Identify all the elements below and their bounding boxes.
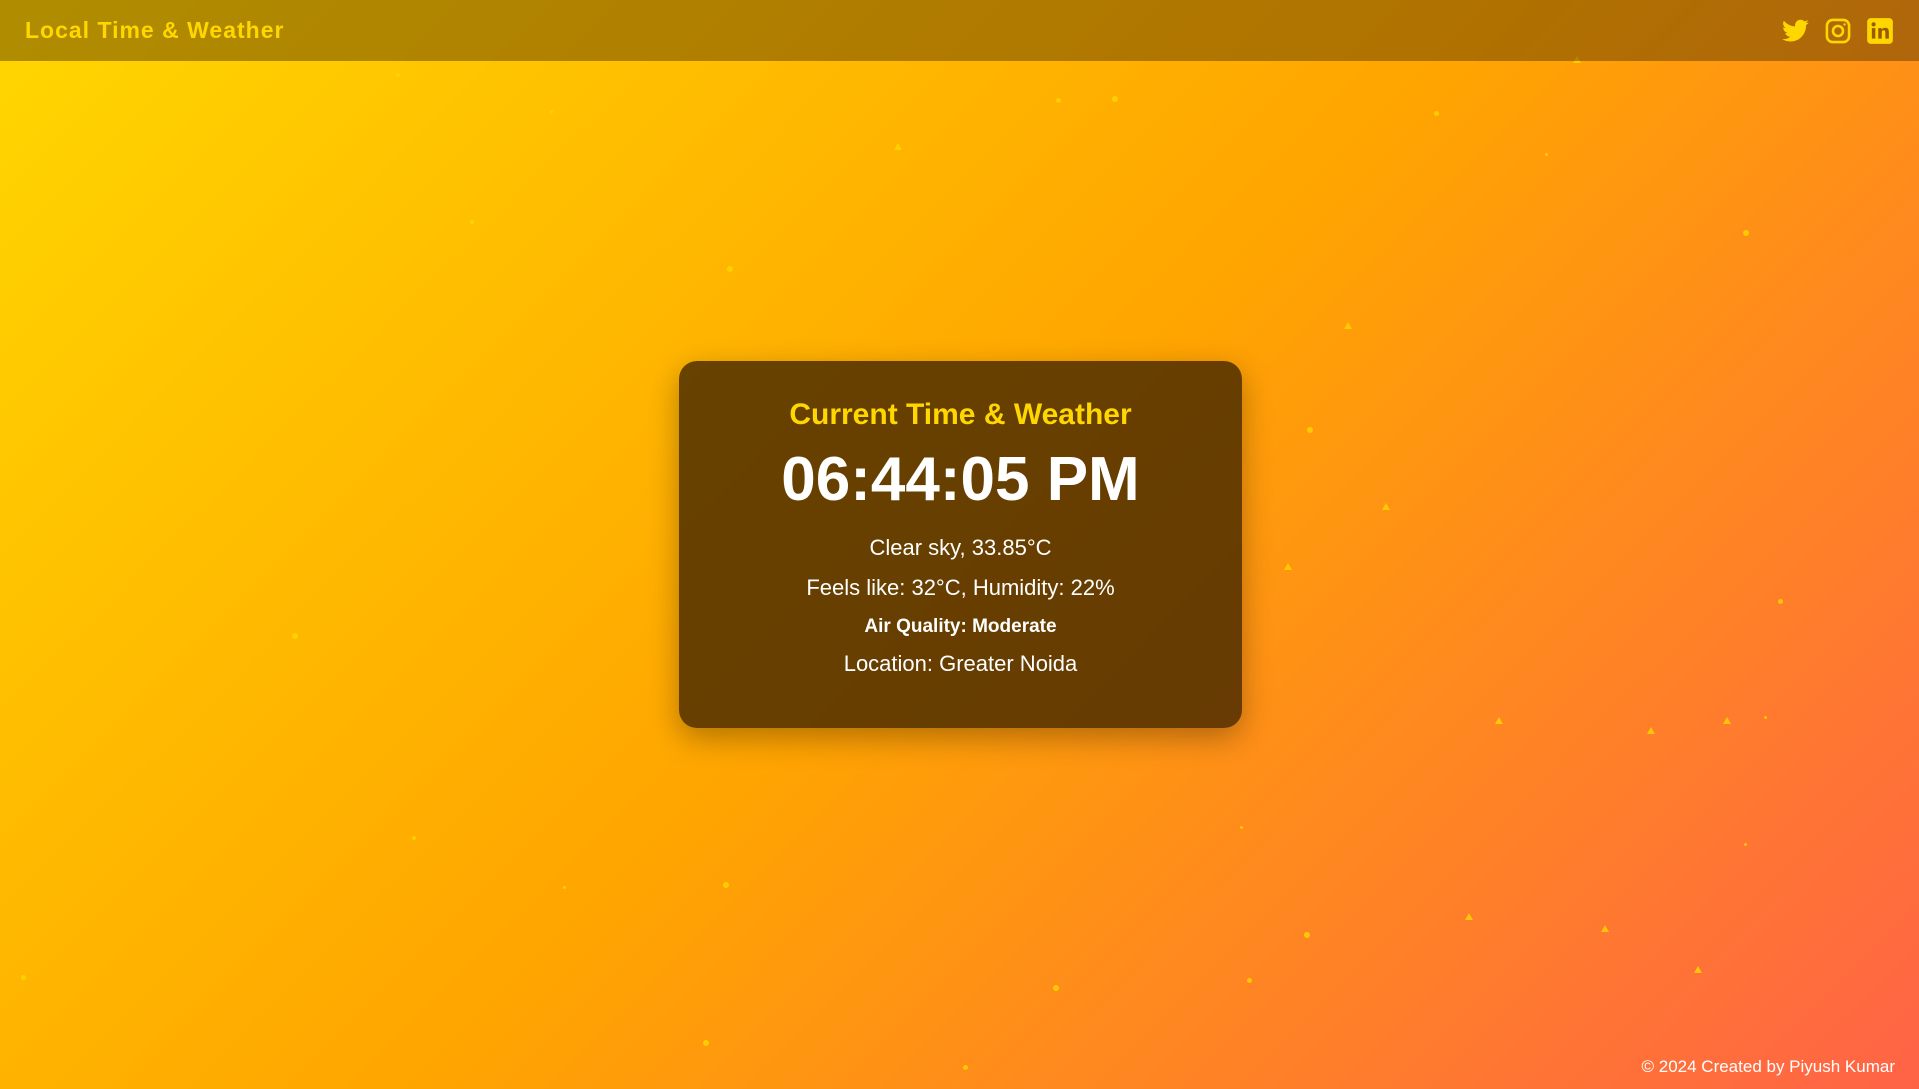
twitter-icon[interactable] bbox=[1782, 17, 1810, 45]
air-quality: Air Quality: Moderate bbox=[864, 616, 1057, 637]
location: Location: Greater Noida bbox=[843, 651, 1078, 676]
weather-card: Current Time & Weather 06:44:05 PM Clear… bbox=[679, 361, 1242, 728]
instagram-icon[interactable] bbox=[1824, 17, 1852, 45]
social-links bbox=[1782, 17, 1894, 45]
top-navbar: Local Time & Weather bbox=[0, 0, 1919, 61]
feels-like-humidity: Feels like: 32°C, Humidity: 22% bbox=[806, 575, 1115, 600]
site-title: Local Time & Weather bbox=[25, 17, 285, 43]
weather-conditions: Clear sky, 33.85°C bbox=[869, 535, 1052, 560]
current-time: 06:44:05 PM bbox=[781, 445, 1140, 514]
linkedin-icon[interactable] bbox=[1866, 17, 1894, 45]
footer-credit: © 2024 Created by Piyush Kumar bbox=[1641, 1057, 1896, 1076]
card-title: Current Time & Weather bbox=[789, 398, 1132, 431]
